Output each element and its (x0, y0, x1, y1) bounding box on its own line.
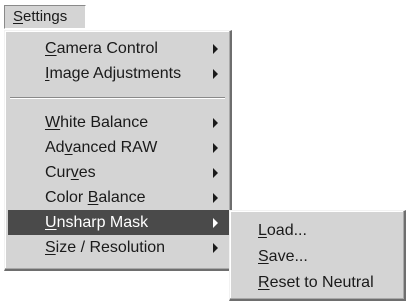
submenu-arrow-icon (213, 243, 218, 253)
submenu-arrow-icon (213, 218, 218, 228)
submenu-arrow-icon (213, 118, 218, 128)
menu-item-curves[interactable]: Curves (8, 160, 229, 185)
menu-item-label: Unsharp Mask (45, 214, 149, 231)
menu-item-advanced-raw[interactable]: Advanced RAW (8, 135, 229, 160)
submenu-item-load[interactable]: Load... (233, 218, 403, 243)
submenu-arrow-icon (213, 69, 218, 79)
submenu-item-label: Save... (258, 248, 308, 265)
menu-item-size-resolution[interactable]: Size / Resolution (8, 235, 229, 260)
menu-separator (10, 97, 225, 99)
menu-item-label: Image Adjustments (45, 65, 182, 82)
menu-item-color-balance[interactable]: Color Balance (8, 185, 229, 210)
menu-item-label: Color Balance (45, 189, 146, 206)
submenu-item-label: Load... (258, 222, 307, 239)
submenu-arrow-icon (213, 168, 218, 178)
settings-dropdown-menu: Camera Control Image Adjustments White B… (4, 30, 232, 271)
submenu-arrow-icon (213, 193, 218, 203)
menu-item-label: Advanced RAW (45, 139, 158, 156)
menu-item-label: Camera Control (45, 40, 158, 57)
settings-menu-label: Settings (13, 8, 68, 25)
menu-item-image-adjustments[interactable]: Image Adjustments (8, 61, 229, 86)
menu-item-label: Size / Resolution (45, 239, 166, 256)
menu-item-white-balance[interactable]: White Balance (8, 110, 229, 135)
menu-item-label: White Balance (45, 114, 149, 131)
menu-item-unsharp-mask[interactable]: Unsharp Mask (8, 210, 229, 235)
settings-menu[interactable]: Settings (4, 5, 86, 29)
submenu-arrow-icon (213, 143, 218, 153)
submenu-item-label: Reset to Neutral (258, 274, 374, 291)
submenu-item-save[interactable]: Save... (233, 244, 403, 269)
menu-item-label: Curves (45, 164, 96, 181)
unsharp-mask-submenu: Load... Save... Reset to Neutral (229, 210, 406, 301)
submenu-item-reset-to-neutral[interactable]: Reset to Neutral (233, 270, 403, 295)
menu-item-camera-control[interactable]: Camera Control (8, 36, 229, 61)
submenu-arrow-icon (213, 44, 218, 54)
